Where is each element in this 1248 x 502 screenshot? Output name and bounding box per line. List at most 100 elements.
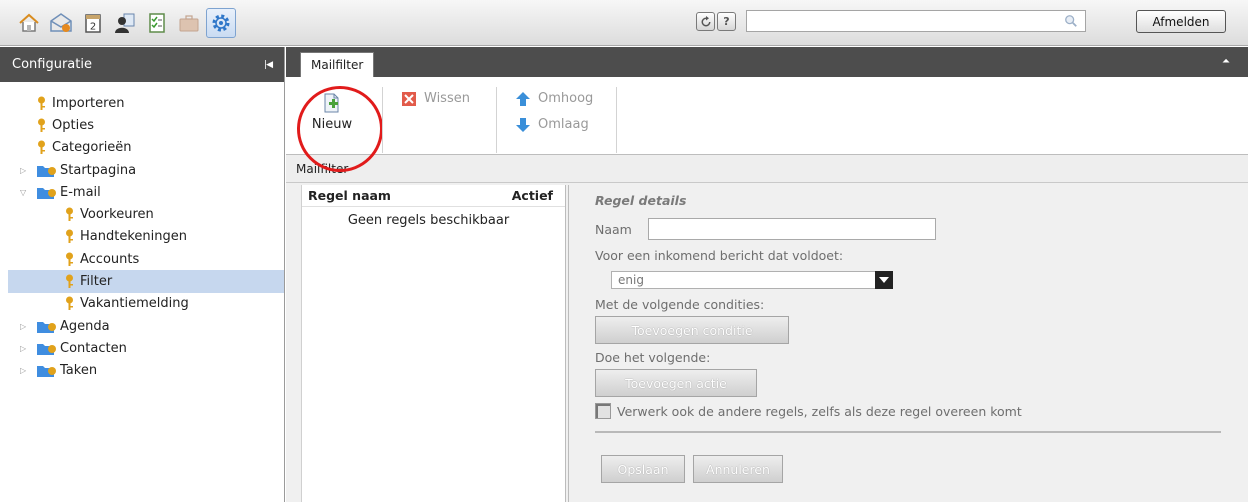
move-down-button[interactable]: Omlaag — [516, 117, 589, 132]
form-divider — [595, 431, 1221, 433]
sidebar-item-label: Filter — [80, 274, 113, 290]
calendar-icon: 2 — [85, 14, 101, 33]
expand-arrow-icon[interactable]: ▷ — [20, 166, 30, 175]
dropdown-arrow-icon[interactable] — [875, 271, 893, 289]
rule-details-title: Regel details — [595, 193, 687, 208]
mail-icon — [50, 13, 72, 32]
main-panel: Mailfilter ⏶ Nieuw Wissen Omhoog Omlaag … — [286, 47, 1248, 502]
add-condition-button[interactable]: Toevoegen conditie — [595, 316, 789, 344]
sidebar-item-handtekeningen[interactable]: Handtekeningen — [0, 226, 284, 248]
folder-settings-icon — [37, 321, 56, 333]
search-input[interactable] — [747, 11, 1057, 31]
refresh-icon — [701, 15, 710, 26]
app-switcher: 2 — [14, 8, 236, 38]
sidebar: Configuratie |◀ Importeren Opties Catego… — [0, 47, 285, 502]
key-icon — [38, 96, 45, 110]
sidebar-item-label: Agenda — [60, 318, 110, 334]
collapse-sidebar-icon[interactable]: |◀ — [264, 60, 273, 70]
sidebar-item-label: Importeren — [52, 95, 125, 111]
search-icon[interactable] — [1064, 14, 1078, 28]
home-app-button[interactable] — [14, 8, 44, 38]
tasks-icon — [149, 13, 165, 33]
column-header-rule-name[interactable]: Regel naam — [308, 188, 391, 203]
cancel-button[interactable]: Annuleren — [693, 455, 783, 483]
settings-app-button[interactable] — [206, 8, 236, 38]
form-actions: Opslaan Annuleren — [601, 451, 1225, 483]
briefcase-icon — [179, 15, 199, 32]
rule-details-form: Regel details Naam Voor een inkomend ber… — [595, 185, 1225, 483]
tab-bar: Mailfilter ⏶ — [286, 47, 1248, 77]
home-icon — [19, 13, 39, 32]
sidebar-item-taken[interactable]: ▷ Taken — [0, 360, 284, 382]
section-title: Mailfilter — [286, 155, 1248, 183]
sidebar-item-label: Accounts — [80, 251, 140, 267]
new-rule-button[interactable]: Nieuw — [310, 89, 354, 137]
actions-label: Doe het volgende: — [595, 350, 711, 365]
save-button[interactable]: Opslaan — [601, 455, 685, 483]
folder-settings-icon — [37, 366, 56, 378]
sidebar-item-accounts[interactable]: Accounts — [0, 248, 284, 270]
sidebar-title: Configuratie — [12, 57, 92, 72]
move-up-button[interactable]: Omhoog — [516, 91, 593, 106]
sidebar-item-label: Handtekeningen — [80, 229, 187, 245]
key-icon — [38, 140, 45, 155]
conditions-label: Met de volgende condities: — [595, 297, 765, 312]
key-icon — [66, 207, 73, 222]
contacts-app-button[interactable] — [110, 8, 140, 38]
briefcase-app-button[interactable] — [174, 8, 204, 38]
expand-arrow-icon[interactable]: ▷ — [20, 322, 30, 331]
arrow-down-icon — [516, 117, 530, 132]
continue-processing-checkbox[interactable] — [595, 403, 611, 419]
match-select[interactable]: enig — [611, 271, 893, 289]
sidebar-item-vakantiemelding[interactable]: Vakantiemelding — [0, 293, 284, 315]
column-header-active[interactable]: Actief — [512, 188, 553, 203]
help-button[interactable]: ? — [717, 12, 736, 31]
delete-rule-button[interactable]: Wissen — [402, 91, 470, 106]
tab-mailfilter[interactable]: Mailfilter — [300, 52, 375, 77]
sidebar-item-voorkeuren[interactable]: Voorkeuren — [0, 203, 284, 225]
maximize-arrow-icon[interactable]: ⏶ — [1222, 56, 1230, 67]
rule-name-input[interactable] — [647, 218, 936, 240]
rules-list-header: Regel naam Actief — [302, 185, 565, 207]
expand-arrow-icon[interactable]: ▷ — [20, 344, 30, 353]
config-tree: Importeren Opties Categorieën ▷ Startpag… — [0, 82, 284, 382]
sidebar-item-label: Vakantiemelding — [80, 296, 189, 312]
mail-app-button[interactable] — [46, 8, 76, 38]
sidebar-item-startpagina[interactable]: ▷ Startpagina — [0, 159, 284, 181]
refresh-button[interactable] — [696, 12, 715, 31]
rules-empty-message: Geen regels beschikbaar — [347, 213, 510, 228]
calendar-day-text: 2 — [90, 22, 96, 33]
delete-icon — [402, 91, 416, 106]
toolbar: Nieuw Wissen Omhoog Omlaag — [286, 77, 1248, 172]
sidebar-header: Configuratie |◀ — [0, 47, 284, 82]
sidebar-item-label: Categorieën — [52, 140, 132, 156]
collapse-arrow-icon[interactable]: ▽ — [20, 188, 30, 197]
tasks-app-button[interactable] — [142, 8, 172, 38]
match-select-value: enig — [618, 273, 644, 287]
calendar-app-button[interactable]: 2 — [78, 8, 108, 38]
sidebar-item-opties[interactable]: Opties — [0, 114, 284, 136]
key-icon — [66, 274, 73, 289]
new-rule-label: Nieuw — [311, 117, 353, 132]
toolbar-divider — [382, 87, 383, 153]
rule-name-row: Naam — [595, 218, 1225, 240]
continue-processing-row: Verwerk ook de andere regels, zelfs als … — [595, 403, 1225, 419]
match-label: Voor een inkomend bericht dat voldoet: — [595, 248, 844, 263]
sidebar-item-filter[interactable]: Filter — [8, 270, 284, 293]
rules-list: Regel naam Actief Geen regels beschikbaa… — [301, 185, 566, 502]
panel-splitter[interactable] — [568, 185, 569, 502]
key-icon — [66, 296, 73, 311]
delete-rule-label: Wissen — [424, 91, 470, 106]
logout-button[interactable]: Afmelden — [1136, 10, 1226, 33]
sidebar-item-email[interactable]: ▽ E-mail — [0, 181, 284, 203]
expand-arrow-icon[interactable]: ▷ — [20, 366, 30, 375]
sidebar-item-agenda[interactable]: ▷ Agenda — [0, 315, 284, 337]
sidebar-item-importeren[interactable]: Importeren — [0, 92, 284, 114]
sidebar-item-contacten[interactable]: ▷ Contacten — [0, 337, 284, 359]
sidebar-item-categorieen[interactable]: Categorieën — [0, 137, 284, 159]
toolbar-divider — [616, 87, 617, 153]
sidebar-item-label: E-mail — [60, 184, 101, 200]
add-action-button[interactable]: Toevoegen actie — [595, 369, 757, 397]
key-icon — [66, 229, 73, 244]
sidebar-item-label: Opties — [52, 117, 94, 133]
